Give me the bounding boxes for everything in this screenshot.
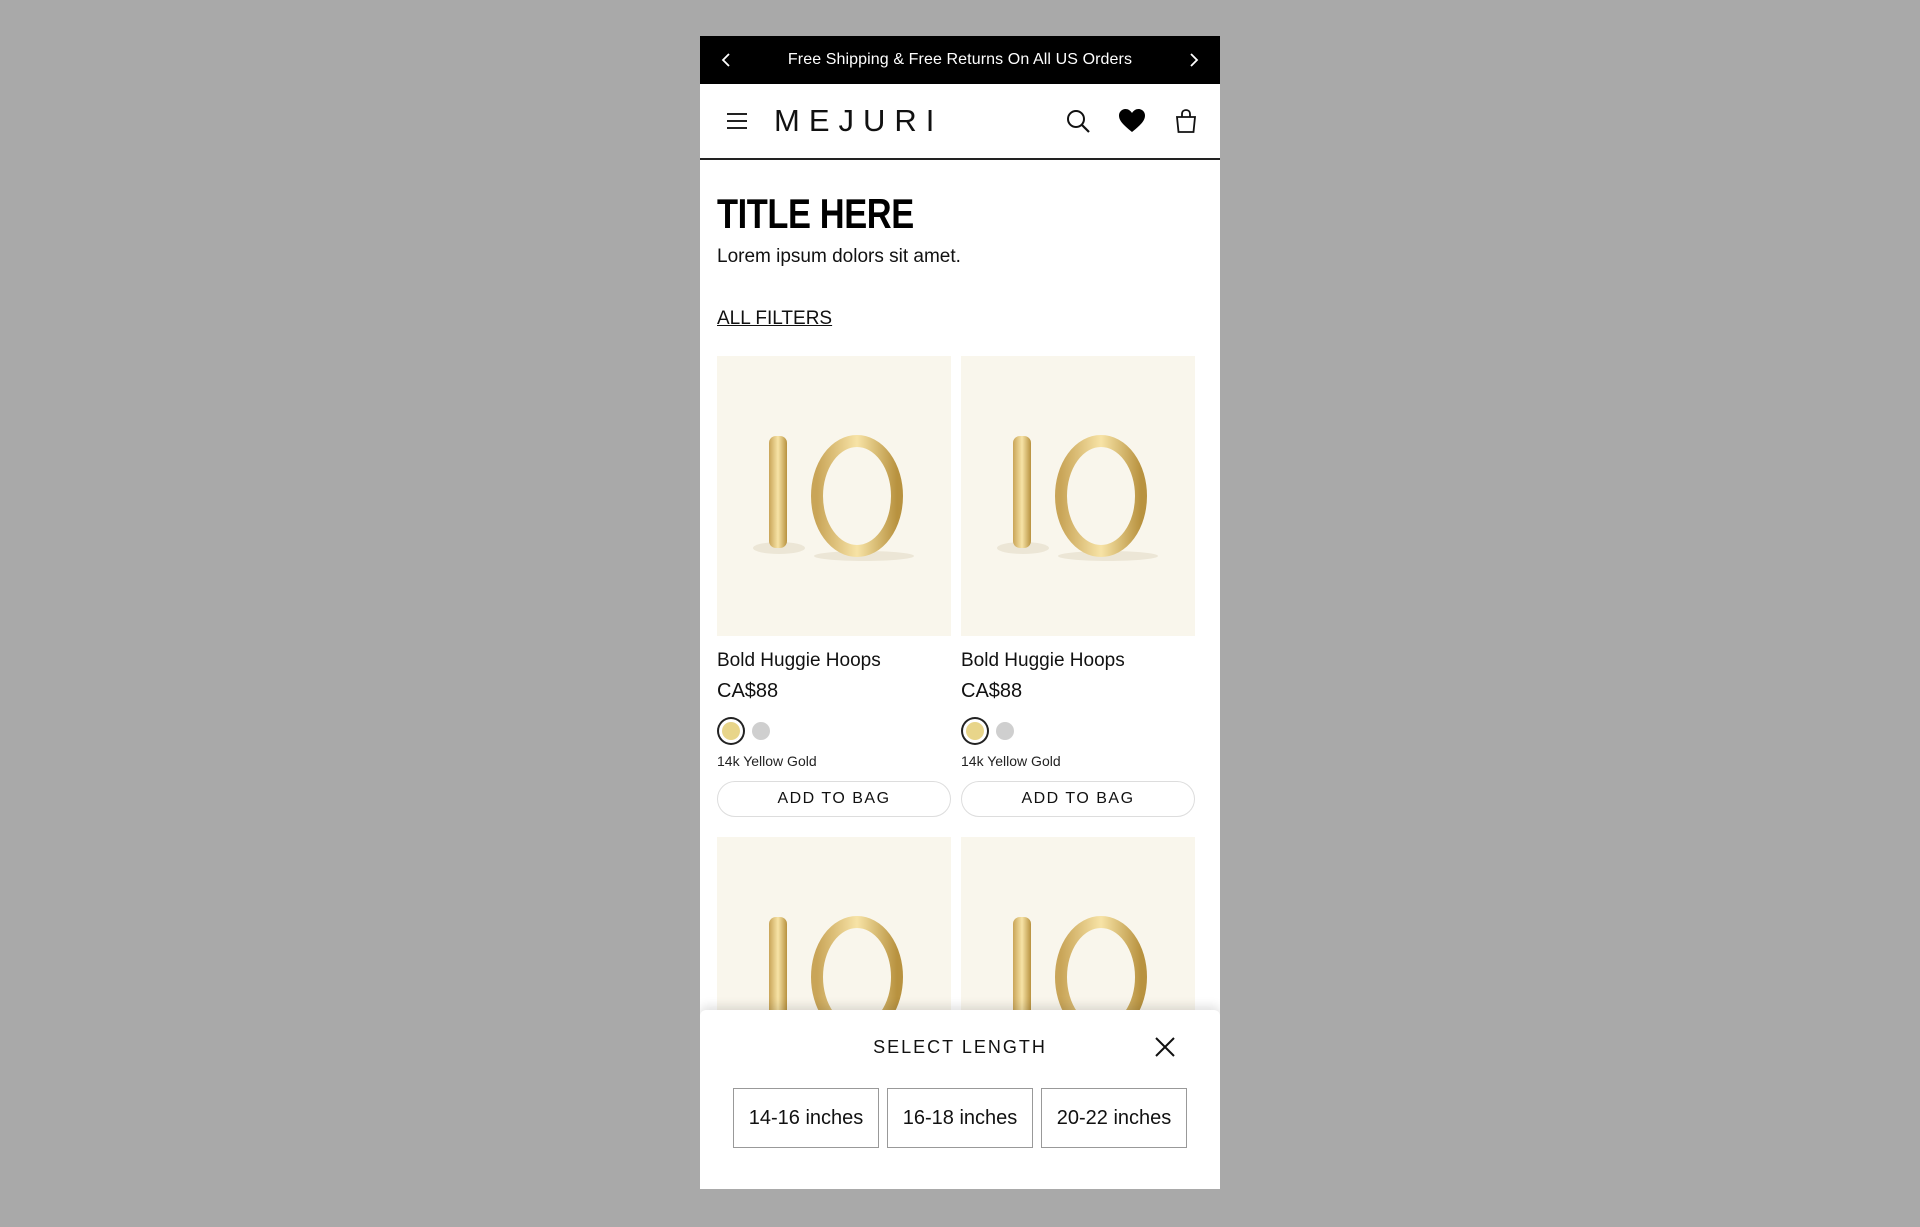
color-swatches: [717, 717, 951, 745]
color-swatches: [961, 717, 1195, 745]
product-price: CA$88: [717, 680, 779, 703]
product-grid: Bold Huggie Hoops CA$88 14k Yellow Gold …: [717, 356, 1203, 1118]
bag-icon[interactable]: [1172, 107, 1200, 135]
menu-icon[interactable]: [724, 108, 750, 134]
gold-swatch[interactable]: [722, 722, 740, 741]
gold-swatch[interactable]: [966, 722, 984, 741]
search-icon[interactable]: [1064, 107, 1092, 135]
product-image[interactable]: [717, 356, 951, 637]
select-length-sheet: SELECT LENGTH 14-16 inches 16-18 inches …: [700, 1010, 1220, 1189]
chevron-left-icon[interactable]: [716, 50, 736, 70]
product-name[interactable]: Bold Huggie Hoops: [717, 650, 951, 672]
page-subtitle: Lorem ipsum dolors sit amet.: [717, 246, 961, 268]
mobile-screen: Free Shipping & Free Returns On All US O…: [700, 36, 1220, 1189]
page-title: TITLE HERE: [717, 190, 914, 237]
product-card[interactable]: Bold Huggie Hoops CA$88 14k Yellow Gold …: [717, 356, 951, 818]
length-option[interactable]: 14-16 inches: [733, 1088, 879, 1148]
add-to-bag-button[interactable]: ADD TO BAG: [717, 781, 951, 818]
length-option[interactable]: 16-18 inches: [887, 1088, 1033, 1148]
add-to-bag-button[interactable]: ADD TO BAG: [961, 781, 1195, 818]
logo[interactable]: MEJURI: [774, 103, 943, 139]
site-header: MEJURI: [700, 84, 1220, 160]
chevron-right-icon[interactable]: [1184, 50, 1204, 70]
silver-swatch[interactable]: [752, 722, 770, 741]
silver-swatch[interactable]: [996, 722, 1014, 741]
metal-label: 14k Yellow Gold: [717, 753, 817, 770]
sheet-header: SELECT LENGTH: [700, 1010, 1220, 1084]
close-icon[interactable]: [1154, 1036, 1176, 1058]
length-options: 14-16 inches 16-18 inches 20-22 inches: [700, 1088, 1220, 1148]
product-card[interactable]: Bold Huggie Hoops CA$88 14k Yellow Gold …: [961, 356, 1195, 818]
heart-icon[interactable]: [1118, 107, 1146, 135]
promo-banner: Free Shipping & Free Returns On All US O…: [700, 36, 1220, 84]
product-name[interactable]: Bold Huggie Hoops: [961, 650, 1195, 672]
metal-label: 14k Yellow Gold: [961, 753, 1061, 770]
length-option[interactable]: 20-22 inches: [1041, 1088, 1187, 1148]
product-image[interactable]: [961, 356, 1195, 637]
product-price: CA$88: [961, 680, 1023, 703]
promo-message: Free Shipping & Free Returns On All US O…: [787, 51, 1133, 68]
all-filters-link[interactable]: ALL FILTERS: [717, 308, 832, 330]
main-content: TITLE HERE Lorem ipsum dolors sit amet. …: [700, 190, 1220, 1118]
header-actions: [1064, 107, 1200, 135]
sheet-title: SELECT LENGTH: [873, 1036, 1047, 1057]
